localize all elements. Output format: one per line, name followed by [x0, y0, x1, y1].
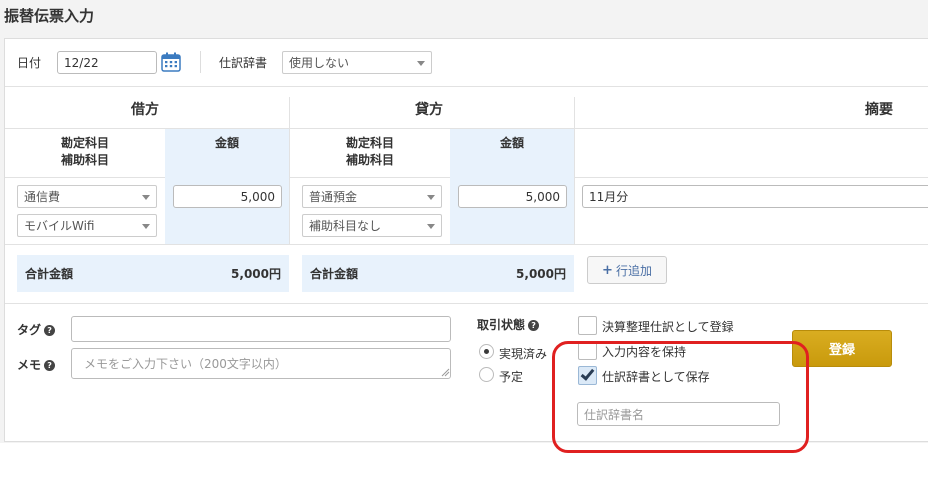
add-row-button[interactable]: + 行追加	[587, 256, 667, 284]
page-title: 振替伝票入力	[4, 7, 95, 25]
credit-account-col-header: 勘定科目 補助科目	[330, 135, 410, 169]
credit-total-value: 5,000円	[516, 267, 566, 281]
debit-account-value: 通信費	[24, 190, 61, 204]
status-option-realized: 実現済み	[499, 347, 548, 361]
debit-total: 合計金額 5,000円	[17, 255, 289, 292]
help-icon[interactable]: ?	[528, 320, 540, 331]
account-col-line2: 補助科目	[345, 153, 394, 167]
chevron-down-icon	[417, 60, 425, 66]
debit-total-label: 合計金額	[25, 267, 74, 281]
account-col-line2: 補助科目	[60, 153, 109, 167]
account-col-line1: 勘定科目	[345, 136, 394, 150]
credit-total: 合計金額 5,000円	[302, 255, 574, 292]
status-label-text: 取引状態	[477, 318, 526, 332]
debit-sub-account-select[interactable]: モバイルWifi	[17, 214, 157, 237]
tag-label: タグ?	[17, 321, 56, 338]
help-icon[interactable]: ?	[44, 360, 56, 371]
memo-text-input[interactable]: 11月分	[582, 185, 928, 208]
dict-select-value: 使用しない	[289, 56, 350, 70]
memo-label: メモ?	[17, 356, 56, 373]
status-label: 取引状態?	[477, 316, 540, 333]
checkbox-closing-entry[interactable]	[578, 316, 597, 335]
debit-account-col-header: 勘定科目 補助科目	[45, 135, 125, 169]
date-input[interactable]: 12/22	[57, 51, 157, 74]
credit-header: 貸方	[415, 102, 443, 118]
date-label: 日付	[17, 56, 42, 70]
credit-amount-col-header: 金額	[499, 136, 524, 150]
add-row-label: 行追加	[615, 263, 652, 278]
memo-textarea[interactable]: メモをご入力下さい（200文字以内）	[71, 348, 451, 379]
plus-icon: +	[602, 262, 613, 278]
debit-sub-account-value: モバイルWifi	[24, 219, 95, 233]
credit-account-value: 普通預金	[309, 190, 358, 204]
chevron-down-icon	[142, 194, 150, 200]
credit-sub-account-value: 補助科目なし	[309, 219, 382, 233]
debit-account-select[interactable]: 通信費	[17, 185, 157, 208]
dict-select[interactable]: 使用しない	[282, 51, 432, 74]
account-col-line1: 勘定科目	[60, 136, 109, 150]
help-icon[interactable]: ?	[44, 325, 56, 336]
resize-handle-icon[interactable]	[441, 368, 450, 377]
memo-header: 摘要	[865, 102, 893, 118]
tag-input[interactable]	[71, 316, 451, 342]
credit-sub-account-select[interactable]: 補助科目なし	[302, 214, 442, 237]
credit-total-label: 合計金額	[310, 267, 359, 281]
debit-header: 借方	[131, 102, 159, 118]
status-radio-planned[interactable]	[479, 367, 494, 382]
highlight-annotation	[552, 341, 809, 453]
debit-total-value: 5,000円	[231, 267, 281, 281]
chevron-down-icon	[427, 223, 435, 229]
debit-amount-col-header: 金額	[214, 136, 239, 150]
credit-amount-input[interactable]: 5,000	[458, 185, 567, 208]
calendar-icon[interactable]	[161, 52, 181, 72]
status-option-planned: 予定	[499, 370, 524, 384]
dict-label: 仕訳辞書	[219, 56, 268, 70]
status-radio-realized[interactable]	[479, 344, 494, 359]
chevron-down-icon	[142, 223, 150, 229]
memo-label-text: メモ	[17, 358, 42, 372]
chevron-down-icon	[427, 194, 435, 200]
debit-amount-input[interactable]: 5,000	[173, 185, 282, 208]
credit-account-select[interactable]: 普通預金	[302, 185, 442, 208]
tag-label-text: タグ	[17, 323, 42, 337]
checkbox-closing-entry-label: 決算整理仕訳として登録	[602, 320, 734, 334]
